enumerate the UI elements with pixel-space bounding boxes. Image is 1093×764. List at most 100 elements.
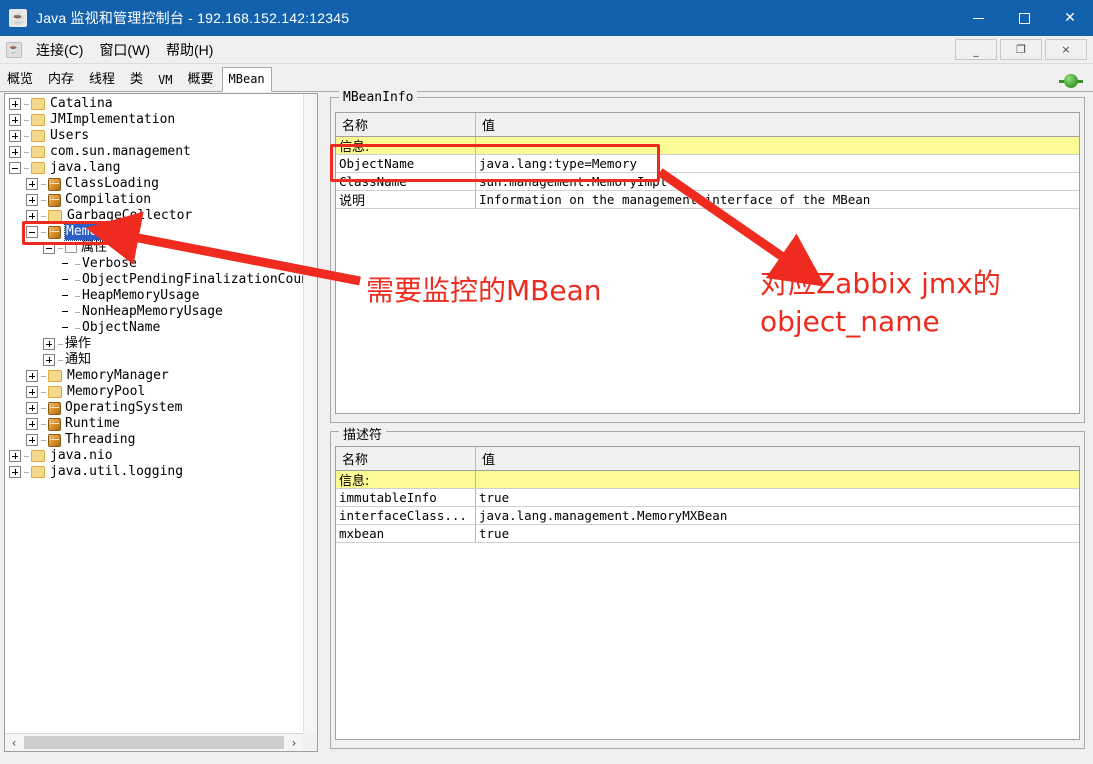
tree-toggle-plus-icon[interactable] — [26, 402, 38, 414]
tree-node-label: OperatingSystem — [65, 400, 183, 415]
tree-node-label: 属性 — [81, 240, 108, 255]
tree-node-label: 通知 — [65, 352, 92, 367]
tree-node-操作[interactable]: 操作 — [5, 336, 303, 352]
panel-splitter[interactable] — [318, 93, 326, 752]
mbeaninfo-group-title: MBeanInfo — [339, 90, 418, 105]
mbean-tree[interactable]: Catalina JMImplementation Users com.sun.man… — [5, 94, 303, 480]
tree-node-ClassLoading[interactable]: ClassLoading — [5, 176, 303, 192]
tree-node-OperatingSystem[interactable]: OperatingSystem — [5, 400, 303, 416]
tree-node-label: Users — [50, 128, 90, 143]
tree-branch-line — [24, 103, 29, 105]
window-minimize-button[interactable] — [955, 0, 1001, 36]
table-row[interactable]: immutableInfo true — [336, 489, 1079, 507]
table-row[interactable]: 信息: — [336, 471, 1079, 489]
scroll-left-arrow-icon[interactable]: ‹ — [5, 734, 23, 752]
cell-name: 信息: — [336, 471, 476, 488]
table-row[interactable]: 信息: — [336, 137, 1079, 155]
tree-toggle-plus-icon[interactable] — [43, 338, 55, 350]
tree-toggle-plus-icon[interactable] — [9, 146, 21, 158]
tree-toggle-plus-icon[interactable] — [26, 194, 38, 206]
tree-node-Users[interactable]: Users — [5, 128, 303, 144]
window-close-button[interactable]: ✕ — [1047, 0, 1093, 36]
cell-value: java.lang:type=Memory — [479, 156, 638, 171]
window-maximize-button[interactable] — [1001, 0, 1047, 36]
tree-node-Verbose[interactable]: Verbose — [5, 256, 303, 272]
tabstrip: 概览 内存 线程类 VM 概要 MBean — [0, 65, 1093, 92]
scroll-thumb[interactable] — [24, 736, 284, 749]
tree-node-label: JMImplementation — [50, 112, 176, 127]
tree-node-Threading[interactable]: Threading — [5, 432, 303, 448]
tab-VM[interactable]: VM — [151, 68, 179, 91]
mbean-detail-panel: MBeanInfo 名称 值 信息: ObjectName java.lang:ty… — [326, 90, 1089, 752]
tree-toggle-plus-icon[interactable] — [9, 130, 21, 142]
tree-node-ObjectPendingFinalizationCount[interactable]: ObjectPendingFinalizationCount — [5, 272, 303, 288]
tree-branch-line — [41, 391, 46, 393]
menu-item-window[interactable]: 窗口(W) — [91, 38, 158, 62]
tree-node-ObjectName[interactable]: ObjectName — [5, 320, 303, 336]
table-row[interactable]: 说明 Information on the management interfac… — [336, 191, 1079, 209]
tree-node-label: NonHeapMemoryUsage — [82, 304, 223, 319]
mbean-cube-icon — [48, 193, 61, 207]
tree-node-GarbageCollector[interactable]: GarbageCollector — [5, 208, 303, 224]
tree-toggle-plus-icon[interactable] — [43, 354, 55, 366]
menu-item-help[interactable]: 帮助(H) — [158, 38, 221, 62]
tree-node-Runtime[interactable]: Runtime — [5, 416, 303, 432]
tree-node-Compilation[interactable]: Compilation — [5, 192, 303, 208]
menu-item-connection[interactable]: 连接(C) — [28, 38, 91, 62]
tab-概览[interactable]: 概览 — [0, 68, 40, 91]
table-row[interactable]: ClassName sun.management.MemoryImpl — [336, 173, 1079, 191]
tree-node-NonHeapMemoryUsage[interactable]: NonHeapMemoryUsage — [5, 304, 303, 320]
tree-node-label: Threading — [65, 432, 136, 447]
tree-node-java.util.logging[interactable]: java.util.logging — [5, 464, 303, 480]
tree-node-Memory[interactable]: Memory — [5, 223, 303, 241]
scroll-right-arrow-icon[interactable]: › — [285, 734, 303, 752]
cell-name: interfaceClass... — [336, 507, 476, 524]
tree-branch-line — [75, 295, 80, 297]
tree-branch-line — [41, 183, 46, 185]
tree-node-属性[interactable]: 属性 — [5, 240, 303, 256]
tree-node-com.sun.management[interactable]: com.sun.management — [5, 144, 303, 160]
tree-toggle-plus-icon[interactable] — [9, 114, 21, 126]
tree-node-java.lang[interactable]: java.lang — [5, 160, 303, 176]
mdi-close-button[interactable]: × — [1045, 39, 1087, 60]
tree-toggle-plus-icon[interactable] — [26, 178, 38, 190]
tree-horizontal-scrollbar[interactable]: ‹ › — [5, 733, 303, 751]
tree-branch-line — [41, 231, 46, 233]
tree-node-MemoryManager[interactable]: MemoryManager — [5, 368, 303, 384]
tree-toggle-plus-icon[interactable] — [9, 450, 21, 462]
tree-node-java.nio[interactable]: java.nio — [5, 448, 303, 464]
table-row[interactable]: mxbean true — [336, 525, 1079, 543]
mdi-restore-button[interactable]: ❐ — [1000, 39, 1042, 60]
mbeaninfo-table-body: 信息: ObjectName java.lang:type=Memory ClassN… — [336, 137, 1079, 209]
tree-toggle-plus-icon[interactable] — [26, 418, 38, 430]
tree-node-HeapMemoryUsage[interactable]: HeapMemoryUsage — [5, 288, 303, 304]
tree-node-label: Runtime — [65, 416, 120, 431]
tab-类[interactable]: 类 — [123, 68, 150, 91]
tree-toggle-plus-icon[interactable] — [26, 370, 38, 382]
mbean-cube-icon — [48, 433, 61, 447]
table-row[interactable]: interfaceClass... java.lang.management.Me… — [336, 507, 1079, 525]
table-row[interactable]: ObjectName java.lang:type=Memory — [336, 155, 1079, 173]
tree-node-JMImplementation[interactable]: JMImplementation — [5, 112, 303, 128]
mdi-minimize-button[interactable]: _ — [955, 39, 997, 60]
tree-vertical-scrollbar[interactable] — [303, 94, 317, 733]
tree-toggle-plus-icon[interactable] — [9, 98, 21, 110]
tree-toggle-plus-icon[interactable] — [9, 466, 21, 478]
mbeaninfo-group: MBeanInfo 名称 值 信息: ObjectName java.lang:ty… — [330, 90, 1085, 423]
tree-toggle-minus-icon[interactable] — [43, 242, 55, 254]
tab-内存[interactable]: 内存 — [41, 68, 81, 91]
folder-icon — [48, 370, 62, 382]
tree-toggle-minus-icon[interactable] — [26, 226, 38, 238]
tree-node-label: java.lang — [50, 160, 121, 175]
tab-MBean[interactable]: MBean — [221, 67, 272, 92]
tree-toggle-plus-icon[interactable] — [26, 210, 38, 222]
tab-线程[interactable]: 线程 — [82, 68, 122, 91]
tree-node-MemoryPool[interactable]: MemoryPool — [5, 384, 303, 400]
tree-toggle-plus-icon[interactable] — [26, 386, 38, 398]
tree-node-通知[interactable]: 通知 — [5, 352, 303, 368]
tree-toggle-plus-icon[interactable] — [26, 434, 38, 446]
tree-node-Catalina[interactable]: Catalina — [5, 96, 303, 112]
tree-toggle-minus-icon[interactable] — [9, 162, 21, 174]
tab-概要[interactable]: 概要 — [181, 68, 221, 91]
tree-node-label: ObjectPendingFinalizationCount — [82, 272, 303, 287]
